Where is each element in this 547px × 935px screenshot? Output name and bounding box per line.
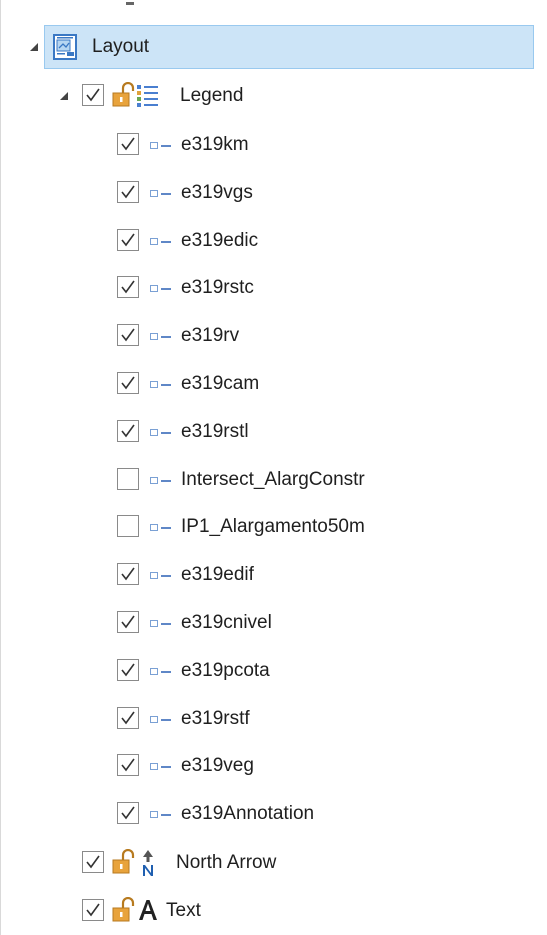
legend-item-row[interactable]: e319km [0,123,547,167]
legend-patch-icon [150,285,158,292]
legend-patch-icon [150,333,158,340]
legend-line-icon [161,145,171,147]
layout-label: Layout [92,36,150,57]
visibility-checkbox[interactable] [117,707,139,729]
visibility-checkbox[interactable] [117,611,139,633]
legend-item-label: e319pcota [181,660,270,681]
visibility-checkbox[interactable] [117,515,139,537]
legend-patch-icon [150,238,158,245]
visibility-checkbox[interactable] [82,899,104,921]
legend-patch-icon [150,477,158,484]
legend-line-icon [161,671,171,673]
legend-line-icon [161,193,171,195]
legend-line-icon [161,480,171,482]
legend-patch-icon [150,524,158,531]
visibility-checkbox[interactable] [82,851,104,873]
tree-node-legend[interactable]: Legend [0,74,547,118]
legend-line-icon [161,336,171,338]
legend-patch-icon [150,763,158,770]
legend-patch-icon [150,429,158,436]
text-label: Text [166,900,201,921]
legend-item-label: e319rstl [181,421,249,442]
tree-node-layout[interactable]: Layout [0,25,547,69]
text-A-icon [137,899,159,926]
legend-line-icon [161,241,171,243]
legend-patch-icon [150,811,158,818]
legend-patch-icon [150,190,158,197]
legend-item-label: e319rstc [181,277,254,298]
legend-item-row[interactable]: e319rv [0,314,547,358]
legend-item-label: IP1_Alargamento50m [181,516,365,537]
visibility-checkbox[interactable] [117,133,139,155]
visibility-checkbox[interactable] [117,563,139,585]
legend-line-icon [161,432,171,434]
tree-node-north-arrow[interactable]: North Arrow [0,841,547,885]
north-arrow-icon [140,849,156,882]
legend-item-label: Intersect_AlargConstr [181,469,365,490]
legend-item-row[interactable]: e319Annotation [0,792,547,836]
legend-item-row[interactable]: Intersect_AlargConstr [0,458,547,502]
legend-item-row[interactable]: e319rstl [0,410,547,454]
legend-item-label: e319edic [181,230,259,251]
visibility-checkbox[interactable] [117,420,139,442]
legend-item-row[interactable]: e319cam [0,362,547,406]
legend-item-label: e319vgs [181,182,253,203]
north-arrow-label: North Arrow [176,852,277,873]
legend-item-label: e319km [181,134,249,155]
legend-item-row[interactable]: e319edif [0,553,547,597]
legend-list-icon [136,83,160,114]
unlock-padlock-icon[interactable] [111,848,135,875]
legend-item-row[interactable]: e319cnivel [0,601,547,645]
legend-item-label: e319veg [181,755,254,776]
legend-item-row[interactable]: e319edic [0,219,547,263]
visibility-checkbox[interactable] [117,181,139,203]
legend-label: Legend [180,85,244,106]
legend-item-row[interactable]: e319pcota [0,649,547,693]
legend-patch-icon [150,572,158,579]
visibility-checkbox[interactable] [117,276,139,298]
legend-patch-icon [150,620,158,627]
legend-line-icon [161,288,171,290]
visibility-checkbox[interactable] [117,754,139,776]
unlock-padlock-icon[interactable] [111,81,135,108]
legend-item-label: e319rstf [181,708,250,729]
legend-line-icon [161,719,171,721]
legend-patch-icon [150,142,158,149]
visibility-checkbox[interactable] [117,372,139,394]
legend-patch-icon [150,381,158,388]
visibility-checkbox[interactable] [117,659,139,681]
legend-item-row[interactable]: e319rstc [0,266,547,310]
collapse-arrow-icon[interactable] [60,92,68,100]
contents-tree: Layout Legend e319km e319vgs e319edic e3… [0,0,547,935]
legend-item-row[interactable]: e319veg [0,744,547,788]
unlock-padlock-icon[interactable] [111,896,135,923]
visibility-checkbox[interactable] [117,802,139,824]
tree-node-text[interactable]: Text [0,889,547,933]
legend-item-row[interactable]: e319rstf [0,697,547,741]
legend-line-icon [161,814,171,816]
legend-line-icon [161,623,171,625]
visibility-checkbox[interactable] [117,229,139,251]
legend-item-label: e319cam [181,373,260,394]
legend-item-label: e319cnivel [181,612,272,633]
legend-patch-icon [150,716,158,723]
visibility-checkbox[interactable] [82,84,104,106]
legend-line-icon [161,766,171,768]
visibility-checkbox[interactable] [117,324,139,346]
layout-page-icon [52,33,80,66]
visibility-checkbox[interactable] [117,468,139,490]
legend-patch-icon [150,668,158,675]
legend-item-label: e319rv [181,325,240,346]
legend-line-icon [161,527,171,529]
legend-line-icon [161,575,171,577]
legend-item-label: e319edif [181,564,254,585]
legend-line-icon [161,384,171,386]
legend-item-row[interactable]: IP1_Alargamento50m [0,505,547,549]
legend-item-row[interactable]: e319vgs [0,171,547,215]
collapse-arrow-icon[interactable] [30,43,38,51]
legend-item-label: e319Annotation [181,803,315,824]
